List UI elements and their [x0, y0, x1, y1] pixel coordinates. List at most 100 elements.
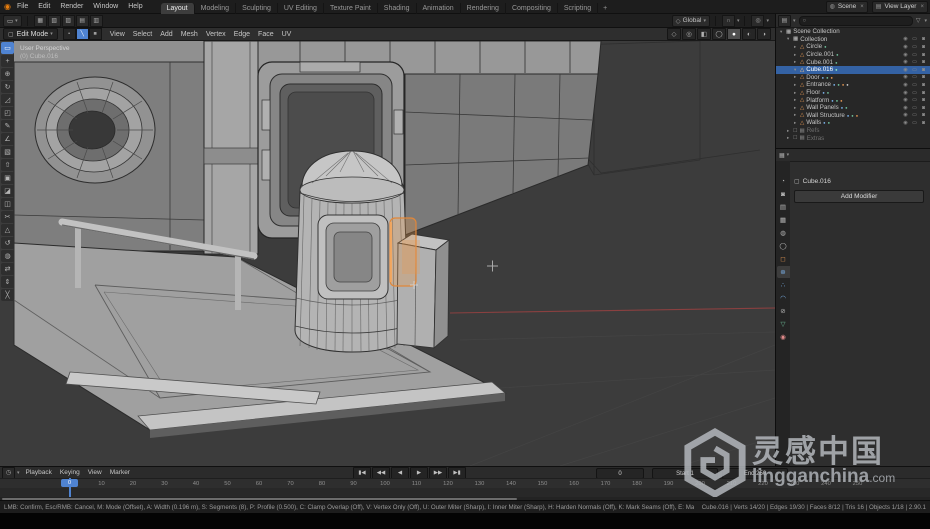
- scene-selector[interactable]: ◍ Scene ×: [825, 0, 868, 13]
- tool-measure[interactable]: ∠: [1, 133, 14, 145]
- view-layer-selector[interactable]: ▤ View Layer ×: [871, 0, 928, 13]
- chevron-down-icon[interactable]: ▾: [766, 18, 769, 24]
- tool-spin[interactable]: ↺: [1, 237, 14, 249]
- viewport-canvas[interactable]: [0, 41, 775, 466]
- viewport-disable-icon[interactable]: ▭: [910, 44, 919, 50]
- render-disable-icon[interactable]: ◙: [919, 36, 928, 42]
- exclude-checkbox[interactable]: ☐: [793, 135, 797, 141]
- outliner-item-circle[interactable]: ▸ △ Circle ● ◉ ▭ ◙: [776, 43, 930, 51]
- hide-icon[interactable]: ◉: [901, 82, 910, 88]
- viewport-menu-vertex[interactable]: Vertex: [206, 31, 226, 38]
- add-modifier-button[interactable]: Add Modifier: [794, 190, 924, 203]
- filter-icon[interactable]: ▽: [916, 17, 921, 24]
- editor-type-icon[interactable]: ◷: [2, 466, 15, 479]
- hide-icon[interactable]: ◉: [901, 36, 910, 42]
- tool-select-box[interactable]: ▭: [1, 42, 14, 54]
- viewport-disable-icon[interactable]: ▭: [910, 90, 919, 96]
- properties-tab-world[interactable]: ◯: [777, 240, 790, 252]
- properties-tab-material[interactable]: ◉: [777, 331, 790, 343]
- editor-type-icon[interactable]: ▦: [779, 152, 785, 159]
- menu-help[interactable]: Help: [128, 3, 142, 10]
- hide-icon[interactable]: ◉: [901, 105, 910, 111]
- select-mode-edge[interactable]: ╲: [75, 28, 89, 40]
- properties-tab-object-data[interactable]: ▽: [777, 318, 790, 330]
- shading-wireframe-icon[interactable]: ◯: [712, 28, 726, 40]
- tool-cursor[interactable]: +: [1, 55, 14, 67]
- toolrow-icon-3[interactable]: ▨: [61, 14, 75, 27]
- menu-window[interactable]: Window: [93, 3, 118, 10]
- mode-dropdown[interactable]: ▢ Edit Mode ▾: [3, 28, 58, 40]
- shading-rendered-icon[interactable]: ◑: [757, 28, 771, 40]
- tool-loop-cut[interactable]: ◫: [1, 198, 14, 210]
- viewport-disable-icon[interactable]: ▭: [910, 52, 919, 58]
- transform-orientation-dropdown[interactable]: ◇ Global ▾: [671, 14, 710, 27]
- tool-edge-slide[interactable]: ⇄: [1, 263, 14, 275]
- outliner-item-entrance[interactable]: ▸ △ Entrance ● ● ● ● ◉ ▭ ◙: [776, 81, 930, 89]
- properties-tab-scene[interactable]: ◍: [777, 227, 790, 239]
- outliner-item-wall-panels[interactable]: ▸ △ Wall Panels ● ● ◉ ▭ ◙: [776, 104, 930, 112]
- hide-icon[interactable]: ◉: [901, 59, 910, 65]
- tab-rendering[interactable]: Rendering: [461, 2, 506, 14]
- toolrow-icon-5[interactable]: ▥: [89, 14, 103, 27]
- properties-tab-particles[interactable]: ∴: [777, 279, 790, 291]
- outliner-item-cube-016[interactable]: ▾ △ Cube.016 ● ◉ ▭ ◙: [776, 65, 930, 74]
- render-disable-icon[interactable]: ◙: [919, 105, 928, 111]
- proportional-editing-icon[interactable]: ◎: [751, 14, 765, 27]
- select-mode-vertex[interactable]: ▪: [62, 28, 76, 40]
- toolrow-icon-2[interactable]: ▧: [47, 14, 61, 27]
- render-disable-icon[interactable]: ◙: [919, 74, 928, 80]
- properties-tab-object[interactable]: ◻: [777, 253, 790, 265]
- viewport[interactable]: ▭ + ⊕ ↻ ◿ ◰ ✎ ∠ ▧ ⇧ ▣ ◪ ◫ ✂ △ ↺ ◍ ⇄ ⇕ ╳ User Perspective (0…: [0, 41, 775, 466]
- tool-rip-region[interactable]: ╳: [1, 289, 14, 301]
- active-tool-button[interactable]: ▭ ▾: [3, 14, 22, 27]
- tab-layout[interactable]: Layout: [160, 2, 195, 14]
- tab-sculpting[interactable]: Sculpting: [236, 2, 278, 14]
- shading-material-icon[interactable]: ◐: [742, 28, 756, 40]
- tool-smooth[interactable]: ◍: [1, 250, 14, 262]
- outliner-item-extras[interactable]: ▸ ☐ ▦ Extras: [776, 134, 930, 142]
- toolrow-icon-4[interactable]: ▤: [75, 14, 89, 27]
- hide-icon[interactable]: ◉: [901, 52, 910, 58]
- render-disable-icon[interactable]: ◙: [919, 67, 928, 73]
- timeline-menu-view[interactable]: View: [88, 469, 102, 476]
- remove-view-layer-icon[interactable]: ×: [920, 4, 924, 10]
- hide-icon[interactable]: ◉: [901, 90, 910, 96]
- viewport-disable-icon[interactable]: ▭: [910, 105, 919, 111]
- hide-icon[interactable]: ◉: [901, 67, 910, 73]
- render-disable-icon[interactable]: ◙: [919, 112, 928, 118]
- properties-tab-view-layer[interactable]: ▦: [777, 214, 790, 226]
- viewport-disable-icon[interactable]: ▭: [910, 36, 919, 42]
- viewport-disable-icon[interactable]: ▭: [910, 97, 919, 103]
- viewport-menu-uv[interactable]: UV: [282, 31, 292, 38]
- shading-solid-icon[interactable]: ●: [727, 28, 741, 40]
- viewport-disable-icon[interactable]: ▭: [910, 82, 919, 88]
- chevron-down-icon[interactable]: ▾: [924, 18, 927, 24]
- hide-icon[interactable]: ◉: [901, 120, 910, 126]
- timeline-menu-keying[interactable]: Keying: [60, 469, 80, 476]
- menu-edit[interactable]: Edit: [38, 3, 50, 10]
- editor-type-icon[interactable]: ▤: [778, 14, 791, 27]
- playhead-frame-label[interactable]: 0: [61, 479, 78, 487]
- render-disable-icon[interactable]: ◙: [919, 82, 928, 88]
- add-workspace-button[interactable]: +: [598, 3, 612, 14]
- render-disable-icon[interactable]: ◙: [919, 120, 928, 126]
- properties-tab-tool[interactable]: ◔: [777, 175, 790, 187]
- outliner-search-input[interactable]: ○: [798, 15, 913, 26]
- tool-scale[interactable]: ◿: [1, 94, 14, 106]
- show-overlays-icon[interactable]: ◎: [682, 28, 696, 40]
- select-mode-face[interactable]: ■: [88, 28, 102, 40]
- unlink-scene-icon[interactable]: ×: [860, 4, 864, 10]
- chevron-down-icon[interactable]: ▾: [737, 18, 740, 24]
- tool-shrink-fatten[interactable]: ⇕: [1, 276, 14, 288]
- timeline-menu-playback[interactable]: Playback: [26, 469, 52, 476]
- tool-inset-faces[interactable]: ▣: [1, 172, 14, 184]
- menu-file[interactable]: File: [17, 3, 28, 10]
- snap-toggle-icon[interactable]: ∩: [721, 14, 735, 27]
- tab-modeling[interactable]: Modeling: [195, 2, 237, 14]
- tool-annotate[interactable]: ✎: [1, 120, 14, 132]
- outliner-item-wall-structure[interactable]: ▸ △ Wall Structure ● ● ● ◉ ▭ ◙: [776, 112, 930, 120]
- tab-shading[interactable]: Shading: [378, 2, 417, 14]
- tab-animation[interactable]: Animation: [417, 2, 461, 14]
- viewport-disable-icon[interactable]: ▭: [910, 59, 919, 65]
- tool-knife[interactable]: ✂: [1, 211, 14, 223]
